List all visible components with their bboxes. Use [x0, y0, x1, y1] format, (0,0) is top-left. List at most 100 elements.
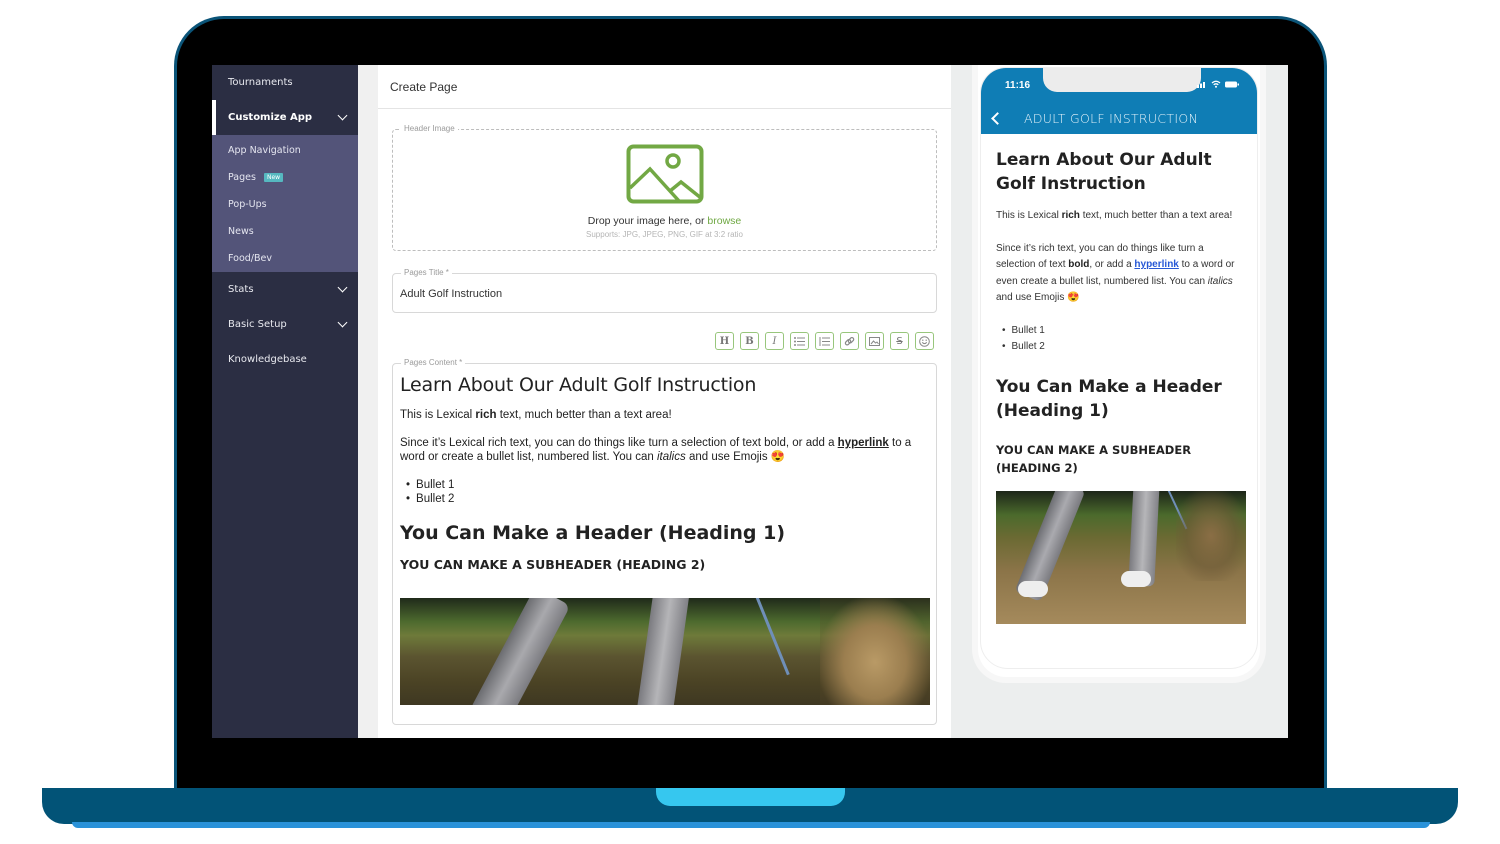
- chevron-down-icon: [337, 282, 348, 293]
- content-heading-1b: You Can Make a Header (Heading 1): [400, 522, 786, 544]
- insert-image-button[interactable]: [865, 332, 884, 350]
- preview-hyperlink[interactable]: hyperlink: [1134, 259, 1178, 270]
- customize-app-submenu: App Navigation Pages New Pop-Ups News Fo…: [212, 135, 358, 272]
- bullet-list-icon: [794, 336, 805, 346]
- header-image-legend: Header Image: [401, 124, 458, 133]
- photo-shoe: [1018, 580, 1048, 597]
- photo-golf-club: [753, 598, 790, 676]
- sidebar-subitem-food-bev[interactable]: Food/Bev: [212, 245, 358, 272]
- sidebar-subitem-label: Pages: [228, 172, 256, 183]
- italic-button[interactable]: I: [765, 332, 784, 350]
- main-gutter: [358, 65, 378, 738]
- phone-frame: 11:16 ADULT GOLF INSTRUCTION Learn About…: [972, 65, 1266, 683]
- italic-text: italics: [1207, 275, 1233, 287]
- sidebar-subitem-app-navigation[interactable]: App Navigation: [212, 137, 358, 164]
- italic-text: italics: [656, 451, 686, 463]
- chevron-down-icon: [337, 110, 348, 121]
- preview-heading-1b: You Can Make a Header (Heading 1): [996, 376, 1222, 421]
- rich-text-editor[interactable]: Learn About Our Adult Golf Instruction T…: [400, 374, 930, 705]
- phone-nav-title: ADULT GOLF INSTRUCTION: [1024, 110, 1199, 126]
- preview-paragraph-2: Since it’s rich text, you can do things …: [996, 241, 1243, 307]
- sidebar-subitem-news[interactable]: News: [212, 218, 358, 245]
- phone-notch: [1043, 68, 1201, 92]
- app-screen: Tournaments Customize App App Navigation…: [212, 65, 1288, 738]
- laptop-notch: [656, 788, 845, 806]
- sidebar-item-label: Tournaments: [228, 77, 293, 88]
- content-heading-2: YOU CAN MAKE A SUBHEADER (HEADING 2): [400, 557, 706, 572]
- bold-icon: B: [745, 335, 754, 347]
- golf-bunker-photo: [400, 598, 930, 705]
- back-arrow-icon[interactable]: [991, 111, 1004, 125]
- numbered-list-icon: [819, 336, 830, 346]
- text-run: , or add a: [1089, 259, 1135, 270]
- sidebar-subitem-label: News: [228, 226, 254, 237]
- bold-text: rich: [1061, 210, 1080, 221]
- numbered-list-button[interactable]: [815, 332, 834, 350]
- photo-leg: [469, 598, 571, 705]
- page-title-input[interactable]: Adult Golf Instruction: [400, 288, 502, 300]
- list-item: Bullet 1: [406, 478, 929, 492]
- heading-button[interactable]: H: [715, 332, 734, 350]
- hyperlink[interactable]: hyperlink: [838, 437, 889, 449]
- text-run: This is Lexical: [996, 210, 1062, 221]
- image-icon: [869, 336, 880, 346]
- sidebar-subitem-label: Food/Bev: [228, 253, 272, 264]
- header-image-dropzone[interactable]: Header Image Drop your image here, or br…: [392, 124, 937, 251]
- phone-content: Learn About Our Adult Golf Instruction T…: [981, 134, 1257, 624]
- battery-icon: [1225, 81, 1239, 87]
- page-title-field[interactable]: Pages Title * Adult Golf Instruction: [392, 268, 937, 313]
- sidebar-item-basic-setup[interactable]: Basic Setup: [212, 307, 358, 342]
- list-item: Bullet 2: [406, 492, 929, 506]
- text-run: Since it’s Lexical rich text, you can do…: [400, 437, 838, 449]
- sidebar-item-customize-app[interactable]: Customize App: [212, 100, 358, 135]
- sidebar-item-label: Customize App: [228, 112, 313, 123]
- bullet-list-button[interactable]: [790, 332, 809, 350]
- italic-icon: I: [772, 335, 777, 347]
- rich-text-toolbar: H B I S: [715, 332, 934, 350]
- page-content-field[interactable]: Pages Content * Learn About Our Adult Go…: [392, 358, 937, 725]
- preview-heading-1: Learn About Our Adult Golf Instruction: [996, 150, 1212, 194]
- sidebar-subitem-pop-ups[interactable]: Pop-Ups: [212, 191, 358, 218]
- photo-leg: [636, 598, 690, 705]
- heading-icon: H: [719, 335, 730, 347]
- list-item: Bullet 2: [1002, 339, 1243, 355]
- supported-formats: Supports: JPG, JPEG, PNG, GIF at 3:2 rat…: [586, 230, 743, 239]
- text-run: text, much better than a text area!: [496, 409, 672, 421]
- sidebar-subitem-label: App Navigation: [228, 145, 301, 156]
- browse-link[interactable]: browse: [707, 215, 741, 227]
- bullet-list: Bullet 1 Bullet 2: [400, 478, 929, 506]
- text-run: text, much better than a text area!: [1079, 210, 1233, 221]
- drop-instructions: Drop your image here, or browse: [393, 215, 936, 227]
- strikethrough-button[interactable]: S: [890, 332, 909, 350]
- preview-paragraph-1: This is Lexical rich text, much better t…: [996, 208, 1243, 225]
- strikethrough-icon: S: [896, 335, 903, 347]
- chevron-down-icon: [337, 317, 348, 328]
- sidebar-subitem-pages[interactable]: Pages New: [212, 164, 358, 191]
- status-time: 11:16: [1005, 80, 1031, 91]
- link-icon: [844, 336, 855, 345]
- photo-shoe: [1121, 570, 1151, 587]
- status-icons: [1197, 80, 1239, 88]
- sidebar: Tournaments Customize App App Navigation…: [212, 65, 358, 738]
- sidebar-item-label: Basic Setup: [228, 319, 287, 330]
- sidebar-item-knowledgebase[interactable]: Knowledgebase: [212, 342, 358, 377]
- phone-screen: 11:16 ADULT GOLF INSTRUCTION Learn About…: [980, 67, 1258, 669]
- sidebar-item-stats[interactable]: Stats: [212, 272, 358, 307]
- preview-golf-photo: [996, 490, 1246, 624]
- emoji-button[interactable]: [915, 332, 934, 350]
- bold-button[interactable]: B: [740, 332, 759, 350]
- bold-text: rich: [475, 409, 497, 421]
- new-badge: New: [263, 173, 284, 182]
- preview-heading-2: YOU CAN MAKE A SUBHEADER (HEADING 2): [996, 442, 1192, 475]
- drop-text: Drop your image here, or: [587, 215, 708, 227]
- sidebar-item-tournaments[interactable]: Tournaments: [212, 65, 358, 100]
- content-paragraph-2: Since it’s Lexical rich text, you can do…: [400, 436, 929, 464]
- link-button[interactable]: [840, 332, 859, 350]
- photo-sand-splash: [820, 598, 930, 705]
- phone-header: 11:16 ADULT GOLF INSTRUCTION: [981, 68, 1257, 134]
- page-content-legend: Pages Content *: [401, 358, 466, 367]
- laptop-base-strip: [72, 822, 1430, 828]
- text-run: and use Emojis: [685, 451, 771, 463]
- page-title-legend: Pages Title *: [401, 268, 452, 277]
- wifi-icon: [1211, 80, 1221, 88]
